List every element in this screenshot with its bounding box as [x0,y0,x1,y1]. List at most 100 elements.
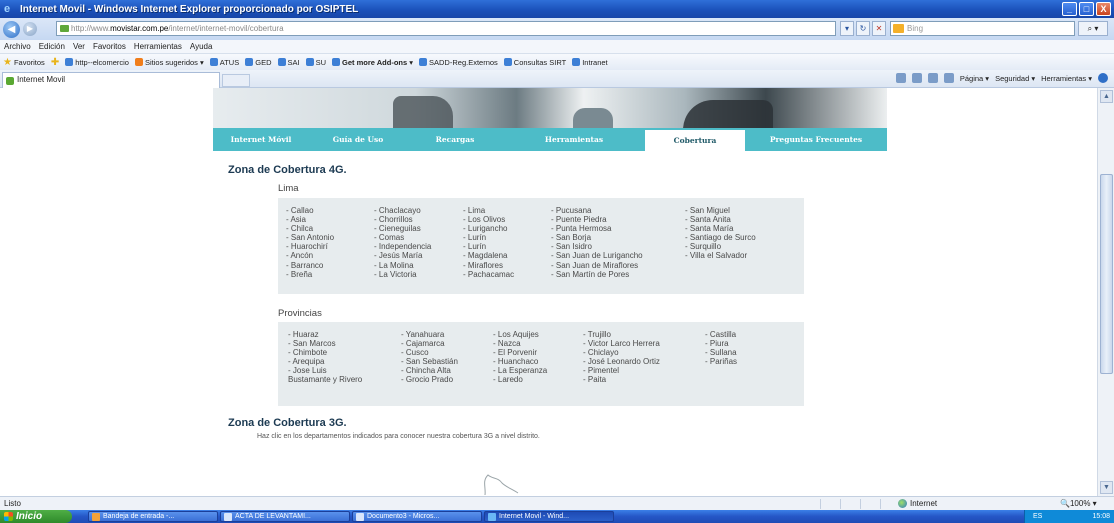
city-item: - Laredo [493,375,523,385]
security-zone[interactable]: Internet [898,497,937,510]
menu-favoritos[interactable]: Favoritos [93,42,126,51]
fav-label: GED [255,57,272,67]
menu-edicion[interactable]: Edición [39,42,65,51]
city-item: - La Victoria [374,269,417,279]
city-item: - La Molina [374,260,414,270]
fav-get-addons[interactable]: Get more Add-ons ▾ [332,58,413,67]
menu-bar: Archivo Edición Ver Favoritos Herramient… [0,40,1114,54]
search-input[interactable]: Bing [890,21,1075,36]
nav-tab-herramientas[interactable]: Herramientas [503,128,645,151]
search-button[interactable]: ⌕ ▾ [1078,21,1108,36]
lima-col-3: - Lima - Los Olivos - Lurigancho - Lurín - L… [463,206,514,279]
fav-atus[interactable]: ATUS [209,58,239,67]
fav-sitios-sugeridos[interactable]: Sitios sugeridos ▾ [134,57,204,67]
task-documento3[interactable]: Documento3 - Micros... [352,511,482,522]
task-label: Internet Movil - Wind... [499,513,570,520]
url-input[interactable]: http://www.movistar.com.pe/internet/inte… [56,21,836,36]
fav-sai[interactable]: SAI [277,58,300,67]
url-domain: movistar.com.pe [110,24,169,33]
home-icon[interactable] [895,73,906,83]
system-tray: ES 15:08 [1024,510,1114,523]
mail-icon[interactable] [927,73,938,83]
add-favorite-button[interactable]: ✚ [51,57,59,68]
fav-su[interactable]: SU [305,58,326,67]
city-item: - Pachacamac [463,269,515,279]
vertical-scrollbar[interactable]: ▲ ▼ [1097,88,1114,496]
nav-tab-guia-de-uso[interactable]: Guía de Uso [309,128,407,151]
city-item: - Cieneguilas [374,224,421,234]
fav-intranet[interactable]: Intranet [572,58,608,67]
globe-icon [898,499,907,508]
start-button[interactable]: Inicio [0,510,72,523]
task-label: Documento3 - Micros... [367,513,440,520]
city-item: - Paita [583,375,607,385]
fav-sirt[interactable]: Consultas SIRT [503,58,566,67]
maximize-button[interactable]: □ [1079,2,1094,16]
task-label: ACTA DE LEVANTAMI... [235,513,311,520]
scroll-up-arrow-icon[interactable]: ▲ [1100,90,1113,103]
fav-sadd[interactable]: SADD-Reg.Externos [419,58,498,67]
minimize-button[interactable]: _ [1062,2,1077,16]
bing-logo-icon [893,24,904,33]
feeds-icon[interactable] [911,73,922,83]
nav-tab-internet-movil[interactable]: Internet Móvil [213,128,309,151]
back-arrow-icon: ◀ [7,23,16,35]
menu-herramientas[interactable]: Herramientas [134,42,182,51]
favorites-button[interactable]: ★ Favoritos [3,57,45,68]
nav-tab-preguntas-frecuentes[interactable]: Preguntas Frecuentes [745,128,887,151]
task-acta[interactable]: ACTA DE LEVANTAMI... [220,511,350,522]
url-dropdown-button[interactable]: ▾ [840,21,854,36]
new-tab-button[interactable] [222,74,250,87]
task-internet-movil[interactable]: Internet Movil - Wind... [484,511,614,522]
city-item: - San Miguel [685,206,730,215]
refresh-icon: ↻ [859,24,867,33]
browser-tab-internet-movil[interactable]: Internet Movil [2,72,220,88]
zoom-label: 100% [1069,499,1091,508]
help-icon[interactable] [1098,73,1108,83]
fav-elcomercio[interactable]: http--elcomercio [65,58,129,67]
city-item: - El Porvenir [493,348,538,358]
ie-page-icon [503,58,512,66]
menu-ayuda[interactable]: Ayuda [190,42,213,51]
word-doc-icon [224,513,232,521]
city-item: - Trujillo [583,330,612,339]
window-title-bar: e Internet Movil - Windows Internet Expl… [0,0,1114,18]
prov-col-4: - Trujillo - Victor Larco Herrera - Chicla… [583,330,660,385]
prov-col-2: - Yanahuara - Cajamarca - Cusco - San Sebas… [401,330,458,385]
city-item: - Pariñas [705,357,738,367]
zoom-level[interactable]: 🔍100% ▾ [1060,497,1097,510]
scroll-thumb[interactable] [1100,174,1113,374]
status-bar: Listo Internet 🔍100% ▾ [0,496,1114,510]
back-button[interactable]: ◀ [3,20,20,38]
menu-ver[interactable]: Ver [73,42,85,51]
city-item: - Chiclayo [583,348,619,358]
city-item: - Arequipa [288,357,325,367]
forward-button[interactable]: ▶ [23,22,37,36]
fav-label: Sitios sugeridos ▾ [144,57,204,67]
city-item: - Santiago de Surco [685,233,756,243]
city-item: - San Martín de Pores [551,269,630,279]
close-button[interactable]: X [1096,2,1111,16]
city-item: - Pucusana [551,206,592,215]
print-icon[interactable] [943,73,954,83]
language-indicator[interactable]: ES [1033,513,1042,520]
city-item: - Surquillo [685,242,722,252]
menu-archivo[interactable]: Archivo [4,42,31,51]
city-item: - Lurín [463,242,487,252]
peru-map-outline[interactable] [470,471,530,496]
favorites-label: Favoritos [13,57,45,67]
city-item: - Huaraz [288,330,319,339]
page-menu[interactable]: Página ▾ [960,74,989,83]
scroll-down-arrow-icon[interactable]: ▼ [1100,481,1113,494]
city-item: - Sullana [705,348,737,358]
tools-menu[interactable]: Herramientas ▾ [1041,74,1092,83]
fav-ged[interactable]: GED [245,57,272,67]
security-menu[interactable]: Seguridad ▾ [995,74,1035,83]
city-item: - San Sebastián [401,357,458,367]
refresh-button[interactable]: ↻ [856,21,870,36]
nav-tab-recargas[interactable]: Recargas [407,128,503,151]
city-item: - Nazca [493,339,521,349]
nav-tab-cobertura[interactable]: Cobertura [645,130,745,151]
stop-button[interactable]: ✕ [872,21,886,36]
task-bandeja[interactable]: Bandeja de entrada -... [88,511,218,522]
